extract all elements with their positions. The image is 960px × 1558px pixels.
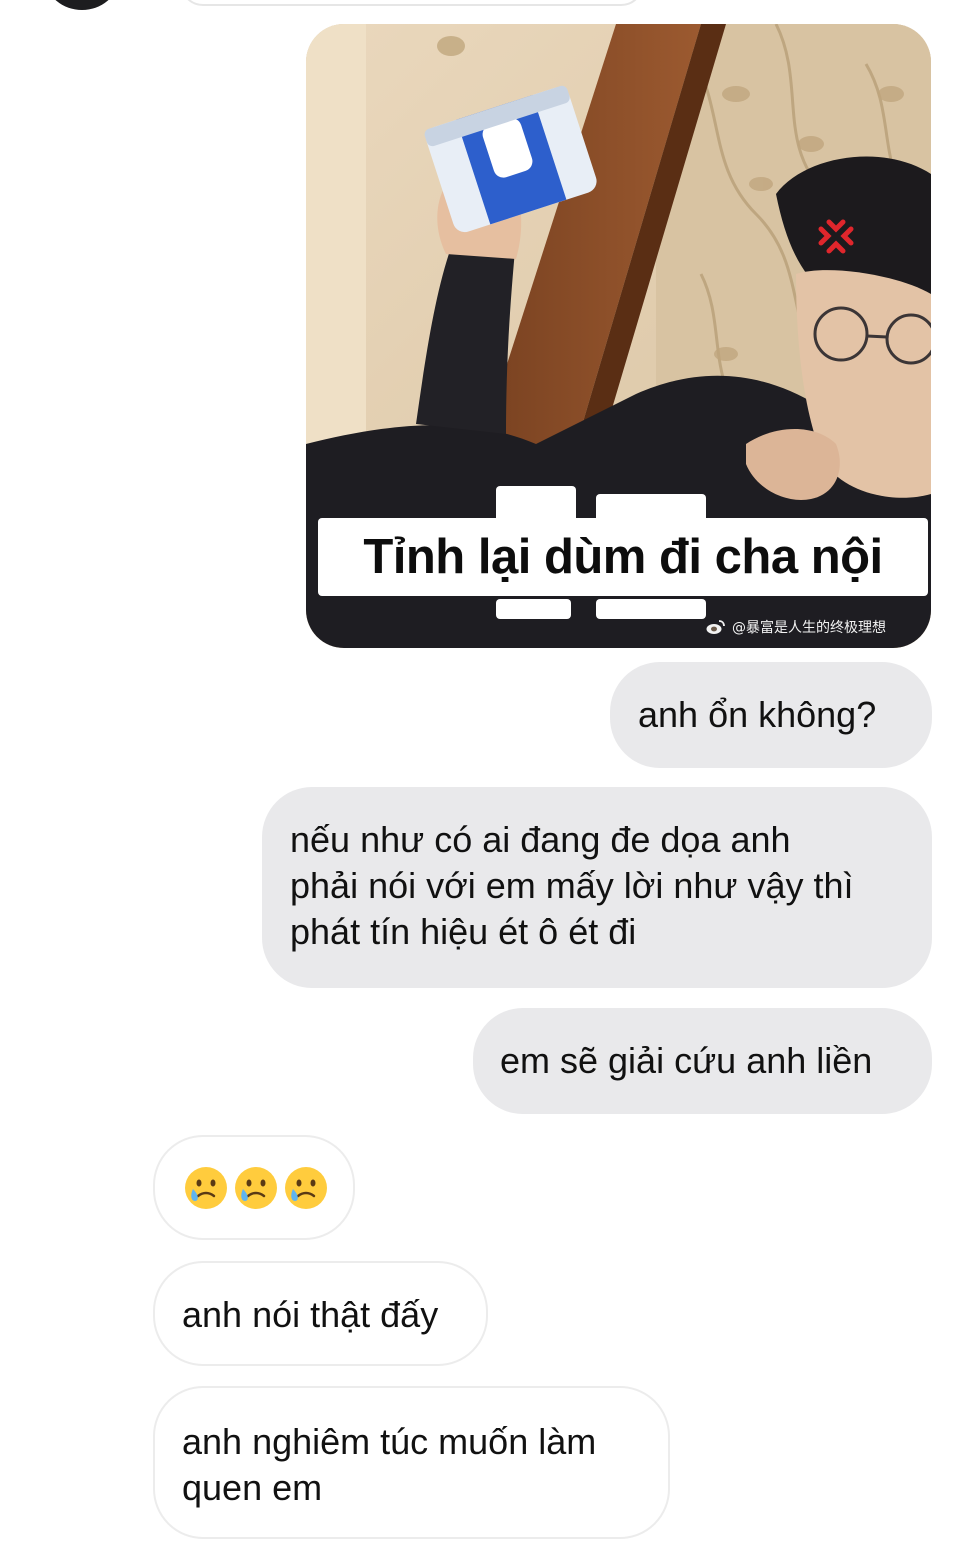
received-message-bubble[interactable]: anh nói thật đấy bbox=[153, 1261, 488, 1366]
sent-message-bubble[interactable]: anh ổn không? bbox=[610, 662, 932, 768]
sent-message-bubble[interactable]: em sẽ giải cứu anh liền bbox=[473, 1008, 932, 1114]
smiling-face-with-tear-icon bbox=[185, 1166, 227, 1209]
meme-watermark: @暴富是人生的终极理想 bbox=[706, 617, 886, 637]
received-emoji-bubble[interactable] bbox=[153, 1135, 355, 1240]
meme-caption: Tỉnh lại dùm đi cha nội bbox=[318, 518, 928, 596]
received-message-bubble[interactable]: anh nghiêm túc muốn làm quen em bbox=[153, 1386, 670, 1539]
previous-message-bubble[interactable] bbox=[180, 0, 644, 6]
watermark-text: @暴富是人生的终极理想 bbox=[732, 620, 886, 636]
weibo-icon bbox=[706, 620, 725, 634]
sender-avatar[interactable] bbox=[46, 0, 118, 10]
sent-message-bubble[interactable]: nếu như có ai đang đe dọa anh phải nói v… bbox=[262, 787, 932, 988]
smiling-face-with-tear-icon bbox=[285, 1166, 327, 1209]
smiling-face-with-tear-icon bbox=[235, 1166, 277, 1209]
